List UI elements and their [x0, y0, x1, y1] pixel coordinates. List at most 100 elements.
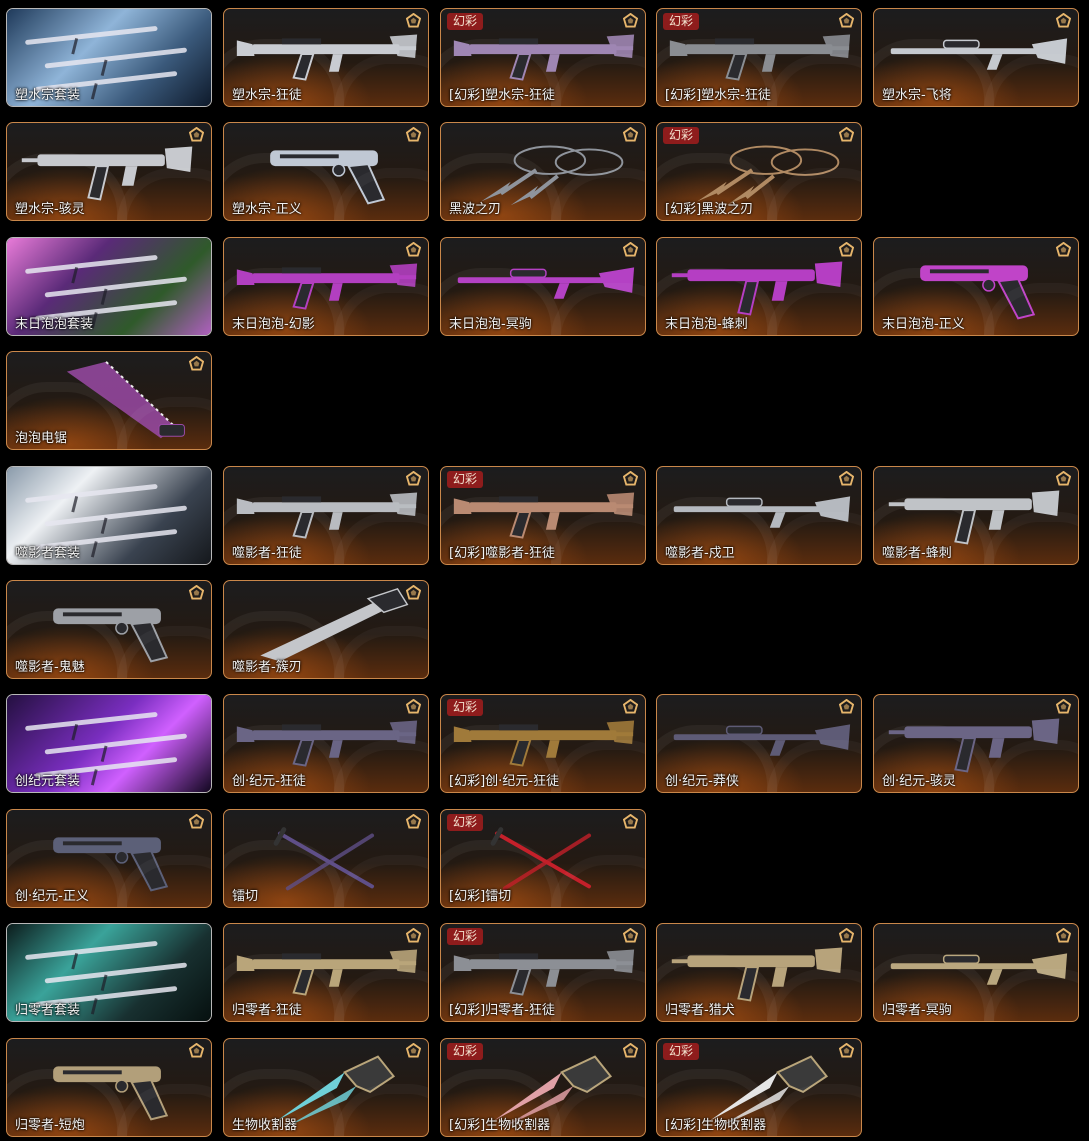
- skin-card[interactable]: 镭切: [223, 809, 429, 908]
- skin-name: 噬影者-戍卫: [665, 546, 735, 561]
- skin-name: 创纪元套装: [15, 774, 81, 789]
- premium-tier-icon: [839, 242, 854, 257]
- skin-card[interactable]: 幻彩 [幻彩]塑水宗-狂徒: [440, 8, 646, 107]
- skin-card[interactable]: 创·纪元-狂徒: [223, 694, 429, 793]
- skin-name: 塑水宗-骇灵: [15, 202, 85, 217]
- premium-tier-icon: [406, 13, 421, 28]
- skin-card[interactable]: 噬影者-簇刃: [223, 580, 429, 679]
- premium-tier-icon: [189, 585, 204, 600]
- variant-badge: 幻彩: [447, 814, 484, 831]
- premium-tier-icon: [1056, 928, 1071, 943]
- skin-name: 末日泡泡-正义: [882, 317, 965, 332]
- premium-tier-icon: [189, 356, 204, 371]
- skin-name: [幻彩]创·纪元-狂徒: [449, 774, 559, 789]
- skin-card[interactable]: 末日泡泡-幻影: [223, 237, 429, 336]
- skin-name: 创·纪元-正义: [15, 889, 89, 904]
- skin-card[interactable]: 幻彩 [幻彩]塑水宗-狂徒: [656, 8, 862, 107]
- skin-name: 噬影者-蜂刺: [882, 546, 952, 561]
- skin-bundle-card[interactable]: 末日泡泡套装: [6, 237, 212, 336]
- premium-tier-icon: [406, 1043, 421, 1058]
- skin-card[interactable]: 幻彩 [幻彩]归零者-狂徒: [440, 923, 646, 1022]
- premium-tier-icon: [406, 242, 421, 257]
- skin-card[interactable]: 归零者-狂徒: [223, 923, 429, 1022]
- skin-card[interactable]: 幻彩 [幻彩]黑波之刃: [656, 122, 862, 221]
- premium-tier-icon: [1056, 13, 1071, 28]
- premium-tier-icon: [623, 814, 638, 829]
- skin-card[interactable]: 塑水宗-正义: [223, 122, 429, 221]
- premium-tier-icon: [189, 1043, 204, 1058]
- skin-bundle-card[interactable]: 噬影者套装: [6, 466, 212, 565]
- premium-tier-icon: [406, 814, 421, 829]
- skin-name: [幻彩]塑水宗-狂徒: [449, 88, 555, 103]
- premium-tier-icon: [839, 13, 854, 28]
- skin-name: [幻彩]噬影者-狂徒: [449, 546, 555, 561]
- premium-tier-icon: [839, 127, 854, 142]
- skin-card[interactable]: 末日泡泡-冥驹: [440, 237, 646, 336]
- skin-card[interactable]: 塑水宗-狂徒: [223, 8, 429, 107]
- variant-badge: 幻彩: [447, 471, 484, 488]
- skin-name: 噬影者-狂徒: [232, 546, 302, 561]
- skin-name: 创·纪元-狂徒: [232, 774, 306, 789]
- skin-name: 塑水宗套装: [15, 88, 81, 103]
- skin-card[interactable]: 幻彩 [幻彩]生物收割器: [656, 1038, 862, 1137]
- premium-tier-icon: [406, 127, 421, 142]
- skin-bundle-card[interactable]: 归零者套装: [6, 923, 212, 1022]
- skin-card[interactable]: 创·纪元-正义: [6, 809, 212, 908]
- premium-tier-icon: [839, 928, 854, 943]
- premium-tier-icon: [406, 471, 421, 486]
- skin-card[interactable]: 幻彩 [幻彩]噬影者-狂徒: [440, 466, 646, 565]
- premium-tier-icon: [189, 814, 204, 829]
- skin-bundle-card[interactable]: 塑水宗套装: [6, 8, 212, 107]
- variant-badge: 幻彩: [663, 13, 700, 30]
- skin-name: [幻彩]黑波之刃: [665, 202, 754, 217]
- premium-tier-icon: [1056, 471, 1071, 486]
- skin-card[interactable]: 归零者-短炮: [6, 1038, 212, 1137]
- skin-name: 泡泡电锯: [15, 431, 68, 446]
- skin-card[interactable]: 创·纪元-莽侠: [656, 694, 862, 793]
- skin-card[interactable]: 归零者-冥驹: [873, 923, 1079, 1022]
- skin-name: 归零者-短炮: [15, 1118, 85, 1133]
- skin-card[interactable]: 塑水宗-飞将: [873, 8, 1079, 107]
- skin-name: 末日泡泡-冥驹: [449, 317, 532, 332]
- skin-name: [幻彩]镭切: [449, 889, 512, 904]
- skin-card[interactable]: 噬影者-狂徒: [223, 466, 429, 565]
- skin-card[interactable]: 噬影者-鬼魅: [6, 580, 212, 679]
- premium-tier-icon: [623, 127, 638, 142]
- skin-name: 生物收割器: [232, 1118, 298, 1133]
- premium-tier-icon: [406, 585, 421, 600]
- premium-tier-icon: [623, 699, 638, 714]
- premium-tier-icon: [1056, 699, 1071, 714]
- skin-card[interactable]: 末日泡泡-正义: [873, 237, 1079, 336]
- variant-badge: 幻彩: [663, 127, 700, 144]
- skin-card[interactable]: 幻彩 [幻彩]镭切: [440, 809, 646, 908]
- skin-name: 创·纪元-骇灵: [882, 774, 956, 789]
- skin-card[interactable]: 生物收割器: [223, 1038, 429, 1137]
- skin-name: 噬影者套装: [15, 546, 81, 561]
- skin-card[interactable]: 塑水宗-骇灵: [6, 122, 212, 221]
- skin-name: [幻彩]归零者-狂徒: [449, 1003, 555, 1018]
- skin-bundle-card[interactable]: 创纪元套装: [6, 694, 212, 793]
- skin-name: 塑水宗-飞将: [882, 88, 952, 103]
- skin-name: 末日泡泡套装: [15, 317, 94, 332]
- skin-name: 塑水宗-正义: [232, 202, 302, 217]
- skin-card[interactable]: 幻彩 [幻彩]生物收割器: [440, 1038, 646, 1137]
- skin-card[interactable]: 噬影者-戍卫: [656, 466, 862, 565]
- skin-card[interactable]: 幻彩 [幻彩]创·纪元-狂徒: [440, 694, 646, 793]
- premium-tier-icon: [839, 699, 854, 714]
- skin-name: 噬影者-簇刃: [232, 660, 302, 675]
- premium-tier-icon: [406, 928, 421, 943]
- variant-badge: 幻彩: [447, 1043, 484, 1060]
- skin-card[interactable]: 泡泡电锯: [6, 351, 212, 450]
- skin-name: [幻彩]塑水宗-狂徒: [665, 88, 771, 103]
- skin-name: 末日泡泡-蜂刺: [665, 317, 748, 332]
- skin-card[interactable]: 创·纪元-骇灵: [873, 694, 1079, 793]
- skin-card[interactable]: 末日泡泡-蜂刺: [656, 237, 862, 336]
- skin-card[interactable]: 黑波之刃: [440, 122, 646, 221]
- skin-name: 创·纪元-莽侠: [665, 774, 739, 789]
- premium-tier-icon: [406, 699, 421, 714]
- skin-name: [幻彩]生物收割器: [449, 1118, 551, 1133]
- skin-card[interactable]: 噬影者-蜂刺: [873, 466, 1079, 565]
- variant-badge: 幻彩: [447, 928, 484, 945]
- skin-card[interactable]: 归零者-猎犬: [656, 923, 862, 1022]
- skin-name: 归零者-狂徒: [232, 1003, 302, 1018]
